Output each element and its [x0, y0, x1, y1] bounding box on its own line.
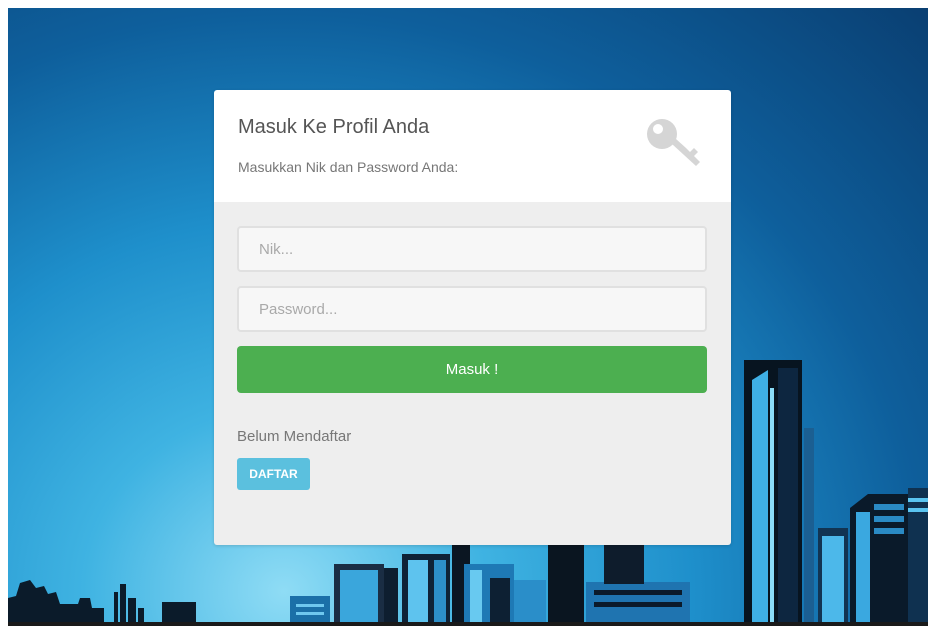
login-card-body: Masuk ! Belum Mendaftar DAFTAR [214, 202, 731, 545]
login-submit-button[interactable]: Masuk ! [237, 346, 707, 393]
skyline-right-tower [744, 360, 814, 622]
background-city-skyline: Masuk Ke Profil Anda Masukkan Nik dan Pa… [8, 8, 928, 622]
login-title: Masuk Ke Profil Anda [238, 116, 430, 138]
register-button[interactable]: DAFTAR [237, 458, 310, 490]
login-card: Masuk Ke Profil Anda Masukkan Nik dan Pa… [214, 90, 731, 545]
skyline-center-buildings [290, 544, 690, 622]
key-icon [647, 119, 700, 166]
page-margin [0, 0, 8, 626]
nik-input[interactable] [237, 226, 707, 272]
register-prompt: Belum Mendaftar [237, 428, 352, 445]
login-subtitle: Masukkan Nik dan Password Anda: [238, 159, 459, 175]
page-bottom-border [8, 622, 928, 626]
skyline-right-buildings [818, 488, 928, 622]
password-input[interactable] [237, 286, 707, 332]
login-card-header: Masuk Ke Profil Anda Masukkan Nik dan Pa… [214, 90, 731, 202]
skyline-left-silhouettes [8, 580, 196, 622]
